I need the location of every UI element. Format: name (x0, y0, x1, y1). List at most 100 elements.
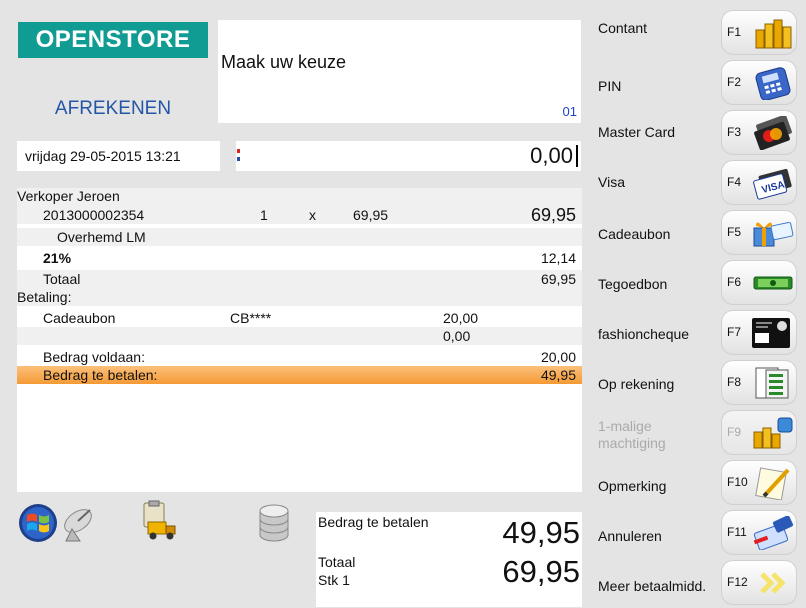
function-key: F2 (727, 75, 742, 89)
payment-button-mastercard[interactable]: Master Card F3 (590, 108, 806, 156)
windows-logo-icon[interactable] (18, 503, 58, 543)
f2-key-button[interactable]: F2 (721, 60, 797, 105)
function-key: F1 (727, 25, 742, 39)
item-qty: 1 (260, 207, 268, 223)
payment-label: Master Card (598, 124, 676, 140)
function-key: F9 (727, 425, 742, 439)
visa-icon: VISA (753, 168, 792, 200)
double-chevron-right-icon (760, 572, 786, 594)
payment-header: Betaling: (17, 289, 72, 305)
item-times: x (309, 207, 316, 223)
f5-key-button[interactable]: F5 (721, 210, 797, 255)
total-row: Totaal 69,95 (17, 270, 582, 288)
payment-button-tegoedbon[interactable]: Tegoedbon F6 (590, 258, 806, 306)
function-key: F6 (727, 275, 742, 289)
payment-button-opmerking[interactable]: Opmerking F10 (590, 458, 806, 506)
f7-key-button[interactable]: F7 (721, 310, 797, 355)
total-label: Totaal (43, 271, 81, 287)
payment-label: Annuleren (598, 528, 662, 544)
flag-icon (237, 149, 240, 161)
total-amount: 69,95 (540, 271, 576, 287)
function-key: F7 (727, 325, 742, 339)
payment-amount: 20,00 (443, 310, 479, 326)
function-key: F10 (727, 475, 748, 489)
f10-key-button[interactable]: F10 (721, 460, 797, 505)
function-key: F5 (727, 225, 742, 239)
total-summary-amount: 69,95 (502, 554, 580, 589)
invoice-icon (755, 367, 789, 399)
f3-key-button[interactable]: F3 (721, 110, 797, 155)
datetime-display: vrijdag 29-05-2015 13:21 (17, 141, 220, 171)
paid-row: Bedrag voldaan: 20,00 (17, 348, 582, 366)
satellite-dish-icon[interactable] (60, 505, 98, 543)
database-icon[interactable] (258, 503, 290, 543)
due-row: Bedrag te betalen: 49,95 (17, 366, 582, 384)
paid-label: Bedrag voldaan: (43, 349, 145, 365)
payment-label: Contant (598, 20, 648, 36)
payment-button-visa[interactable]: Visa F4 VISA (590, 158, 806, 206)
card-terminal-icon (755, 67, 791, 100)
credit-voucher-icon (753, 276, 793, 290)
seller-name: Verkoper Jeroen (17, 188, 120, 204)
item-count: Stk 1 (318, 572, 350, 588)
payment-label: PIN (598, 78, 622, 94)
function-key: F8 (727, 375, 742, 389)
paid-amount: 20,00 (540, 349, 576, 365)
payment-header-row: Betaling: (17, 288, 582, 306)
due-amount: 49,95 (540, 367, 576, 383)
fashioncheque-icon (752, 318, 790, 348)
item-row[interactable]: 2013000002354 1 x 69,95 69,95 (17, 206, 582, 224)
payment-label: Tegoedbon (598, 276, 668, 292)
mastercard-icon (754, 116, 792, 150)
due-label: Bedrag te betalen: (43, 367, 158, 383)
payment-row[interactable]: Cadeaubon CB**** 20,00 (17, 309, 582, 327)
function-key: F11 (727, 525, 747, 539)
function-key: F12 (727, 575, 748, 589)
payment-button-machtiging[interactable]: 1-malige machtiging F9 (590, 408, 806, 456)
f1-key-button[interactable]: F1 (721, 10, 797, 55)
vat-amount: 12,14 (540, 250, 576, 266)
openstore-logo: OPENSTORE (18, 22, 208, 58)
mode-title: AFREKENEN (54, 98, 172, 119)
delivery-truck-icon[interactable] (136, 500, 178, 542)
payment-label: Cadeaubon (598, 226, 671, 242)
message-panel: Maak uw keuze 01 (218, 20, 581, 123)
payment-row[interactable]: 0,00 (17, 327, 582, 345)
payment-button-cadeaubon[interactable]: Cadeaubon F5 (590, 208, 806, 256)
payment-button-annuleren[interactable]: Annuleren F11 (590, 508, 806, 556)
f11-key-button[interactable]: F11 (721, 510, 797, 555)
payment-button-pin[interactable]: PIN F2 (590, 58, 806, 106)
coins-icon (755, 19, 792, 49)
f6-key-button[interactable]: F6 (721, 260, 797, 305)
payment-label: fashioncheque (598, 326, 690, 342)
function-key: F4 (727, 175, 742, 189)
message-code: 01 (562, 104, 577, 119)
payment-ref: CB**** (230, 310, 272, 326)
phone-coins-icon (753, 417, 793, 449)
f12-key-button[interactable]: F12 (721, 560, 797, 605)
payment-type: Cadeaubon (43, 310, 116, 326)
payment-label: Op rekening (598, 376, 675, 392)
text-cursor (576, 145, 578, 167)
due-summary-amount: 49,95 (502, 515, 580, 550)
payment-button-fashioncheque[interactable]: fashioncheque F7 (590, 308, 806, 356)
total-summary-label: Totaal (318, 554, 356, 570)
item-unit-price: 69,95 (353, 207, 389, 223)
payment-button-meer[interactable]: Meer betaalmidd. F12 (590, 558, 806, 606)
receipt-panel: Verkoper Jeroen 2013000002354 1 x 69,95 … (17, 188, 582, 492)
payment-button-op-rekening[interactable]: Op rekening F8 (590, 358, 806, 406)
vat-row: 21% 12,14 (17, 249, 582, 267)
f9-key-button[interactable]: F9 (721, 410, 797, 455)
amount-input[interactable]: 0,00 (236, 141, 581, 171)
item-total: 69,95 (530, 205, 576, 225)
f8-key-button[interactable]: F8 (721, 360, 797, 405)
payment-label: 1-malige machtiging (598, 418, 666, 451)
f4-key-button[interactable]: F4 VISA (721, 160, 797, 205)
item-code: 2013000002354 (43, 207, 145, 223)
item-description-row: Overhemd LM (17, 228, 582, 246)
payment-label: Visa (598, 174, 625, 190)
note-pencil-icon (755, 467, 790, 500)
message-text: Maak uw keuze (221, 52, 347, 72)
item-description: Overhemd LM (57, 229, 146, 245)
payment-button-contant[interactable]: Contant F1 (590, 8, 806, 56)
